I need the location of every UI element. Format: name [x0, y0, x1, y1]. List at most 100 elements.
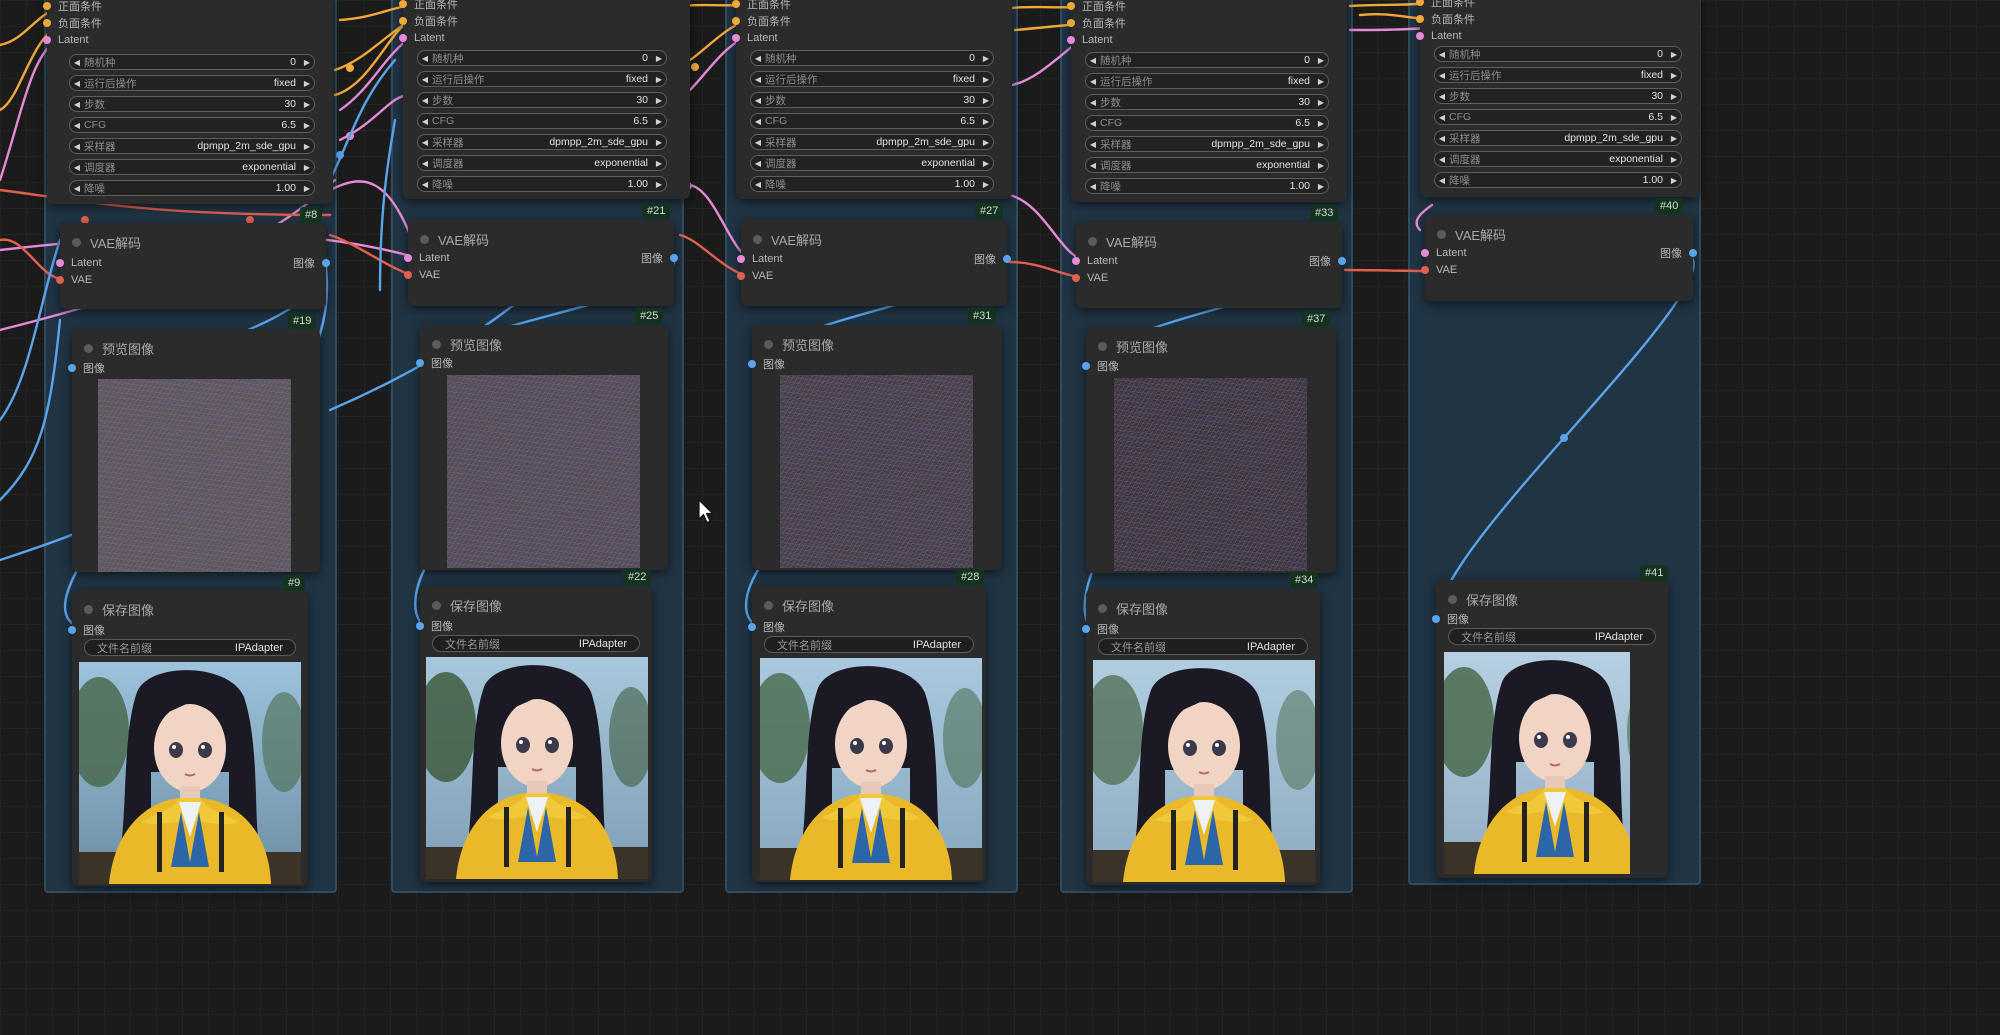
image-port-dot[interactable] — [1432, 615, 1440, 623]
arrow-left-icon[interactable]: ◀ — [418, 75, 432, 84]
sampler-widget[interactable]: ◀ 采样器 dpmpp_2m_sde_gpu ▶ — [417, 134, 667, 150]
arrow-left-icon[interactable]: ◀ — [70, 58, 84, 67]
arrow-right-icon[interactable]: ▶ — [300, 163, 314, 172]
image-port-dot[interactable] — [748, 360, 756, 368]
conditioning-port-dot[interactable] — [732, 0, 740, 8]
arrow-left-icon[interactable]: ◀ — [751, 75, 765, 84]
arrow-left-icon[interactable]: ◀ — [1435, 176, 1449, 185]
preview-image-node[interactable]: 预览图像 图像 — [68, 329, 320, 572]
arrow-right-icon[interactable]: ▶ — [1314, 161, 1328, 170]
save-image-node[interactable]: 保存图像 图像 文件名前缀 IPAdapter — [1082, 589, 1320, 885]
arrow-left-icon[interactable]: ◀ — [70, 142, 84, 151]
arrow-right-icon[interactable]: ▶ — [979, 54, 993, 63]
latent-port-dot[interactable] — [732, 34, 740, 42]
conditioning-port-dot[interactable] — [1416, 15, 1424, 23]
arrow-left-icon[interactable]: ◀ — [751, 159, 765, 168]
sampler-widget[interactable]: ◀ 采样器 dpmpp_2m_sde_gpu ▶ — [1085, 136, 1329, 152]
scheduler-widget[interactable]: ◀ 调度器 exponential ▶ — [1085, 157, 1329, 173]
arrow-right-icon[interactable]: ▶ — [1314, 77, 1328, 86]
arrow-right-icon[interactable]: ▶ — [652, 54, 666, 63]
ksampler-node[interactable]: 正面条件 负面条件 Latent ◀ 随机种 0 ▶ ◀ 运行后操作 fixed ▶ ◀ 步数… — [732, 0, 1012, 199]
image-port-dot[interactable] — [748, 623, 756, 631]
arrow-right-icon[interactable]: ▶ — [1667, 92, 1681, 101]
arrow-left-icon[interactable]: ◀ — [1435, 134, 1449, 143]
arrow-left-icon[interactable]: ◀ — [751, 96, 765, 105]
arrow-left-icon[interactable]: ◀ — [1086, 161, 1100, 170]
image-port-dot[interactable] — [416, 622, 424, 630]
control-after-widget[interactable]: ◀ 运行后操作 fixed ▶ — [1434, 67, 1682, 83]
image-port-dot[interactable] — [68, 626, 76, 634]
vae-port-dot[interactable] — [1421, 266, 1429, 274]
vae-decode-node[interactable]: VAE解码 Latent VAE 图像 — [404, 220, 678, 306]
arrow-right-icon[interactable]: ▶ — [300, 58, 314, 67]
seed-widget[interactable]: ◀ 随机种 0 ▶ — [69, 54, 315, 70]
seed-widget[interactable]: ◀ 随机种 0 ▶ — [750, 50, 994, 66]
arrow-left-icon[interactable]: ◀ — [1435, 113, 1449, 122]
arrow-left-icon[interactable]: ◀ — [751, 117, 765, 126]
arrow-left-icon[interactable]: ◀ — [1086, 56, 1100, 65]
cfg-widget[interactable]: ◀ CFG 6.5 ▶ — [1085, 115, 1329, 131]
latent-port-dot[interactable] — [404, 254, 412, 262]
wire-midpoint-dot[interactable] — [346, 132, 354, 140]
image-port-dot[interactable] — [68, 364, 76, 372]
arrow-left-icon[interactable]: ◀ — [418, 96, 432, 105]
latent-port-dot[interactable] — [399, 34, 407, 42]
latent-port-dot[interactable] — [1421, 249, 1429, 257]
conditioning-port-dot[interactable] — [732, 17, 740, 25]
scheduler-widget[interactable]: ◀ 调度器 exponential ▶ — [750, 155, 994, 171]
filename-prefix-widget[interactable]: 文件名前缀 IPAdapter — [84, 639, 296, 656]
filename-prefix-widget[interactable]: 文件名前缀 IPAdapter — [764, 636, 974, 653]
filename-prefix-widget[interactable]: 文件名前缀 IPAdapter — [1448, 628, 1656, 645]
arrow-right-icon[interactable]: ▶ — [979, 159, 993, 168]
arrow-right-icon[interactable]: ▶ — [1667, 176, 1681, 185]
latent-port-dot[interactable] — [43, 36, 51, 44]
vae-decode-node[interactable]: VAE解码 Latent VAE 图像 — [737, 220, 1011, 306]
arrow-right-icon[interactable]: ▶ — [300, 121, 314, 130]
arrow-right-icon[interactable]: ▶ — [652, 138, 666, 147]
arrow-right-icon[interactable]: ▶ — [1667, 50, 1681, 59]
conditioning-port-dot[interactable] — [1067, 2, 1075, 10]
arrow-left-icon[interactable]: ◀ — [70, 79, 84, 88]
arrow-right-icon[interactable]: ▶ — [300, 142, 314, 151]
sampler-widget[interactable]: ◀ 采样器 dpmpp_2m_sde_gpu ▶ — [1434, 130, 1682, 146]
scheduler-widget[interactable]: ◀ 调度器 exponential ▶ — [1434, 151, 1682, 167]
vae-decode-node[interactable]: VAE解码 Latent VAE 图像 — [56, 223, 330, 309]
arrow-right-icon[interactable]: ▶ — [1314, 98, 1328, 107]
image-port-dot[interactable] — [1689, 249, 1697, 257]
steps-widget[interactable]: ◀ 步数 30 ▶ — [417, 92, 667, 108]
arrow-left-icon[interactable]: ◀ — [418, 54, 432, 63]
arrow-right-icon[interactable]: ▶ — [1667, 155, 1681, 164]
latent-port-dot[interactable] — [737, 255, 745, 263]
image-port-dot[interactable] — [1338, 257, 1346, 265]
arrow-left-icon[interactable]: ◀ — [1435, 155, 1449, 164]
seed-widget[interactable]: ◀ 随机种 0 ▶ — [1085, 52, 1329, 68]
preview-image-node[interactable]: 预览图像 图像 — [1082, 327, 1336, 573]
steps-widget[interactable]: ◀ 步数 30 ▶ — [1085, 94, 1329, 110]
conditioning-port-dot[interactable] — [43, 19, 51, 27]
ksampler-node[interactable]: 正面条件 负面条件 Latent ◀ 随机种 0 ▶ ◀ 运行后操作 fixed ▶ ◀ 步数… — [43, 0, 333, 204]
arrow-left-icon[interactable]: ◀ — [70, 184, 84, 193]
arrow-left-icon[interactable]: ◀ — [70, 163, 84, 172]
save-image-node[interactable]: 保存图像 图像 文件名前缀 IPAdapter — [1432, 580, 1668, 878]
arrow-left-icon[interactable]: ◀ — [418, 138, 432, 147]
arrow-right-icon[interactable]: ▶ — [1667, 134, 1681, 143]
arrow-right-icon[interactable]: ▶ — [300, 184, 314, 193]
conditioning-port-dot[interactable] — [1416, 0, 1424, 6]
scheduler-widget[interactable]: ◀ 调度器 exponential ▶ — [417, 155, 667, 171]
arrow-left-icon[interactable]: ◀ — [1435, 50, 1449, 59]
preview-image-node[interactable]: 预览图像 图像 — [416, 325, 668, 570]
wire-midpoint-dot[interactable] — [346, 64, 354, 72]
seed-widget[interactable]: ◀ 随机种 0 ▶ — [1434, 46, 1682, 62]
vae-decode-node[interactable]: VAE解码 Latent VAE 图像 — [1072, 222, 1346, 308]
arrow-left-icon[interactable]: ◀ — [751, 54, 765, 63]
arrow-right-icon[interactable]: ▶ — [1314, 119, 1328, 128]
arrow-left-icon[interactable]: ◀ — [418, 117, 432, 126]
conditioning-port-dot[interactable] — [1067, 19, 1075, 27]
arrow-left-icon[interactable]: ◀ — [751, 180, 765, 189]
arrow-left-icon[interactable]: ◀ — [418, 180, 432, 189]
control-after-widget[interactable]: ◀ 运行后操作 fixed ▶ — [750, 71, 994, 87]
arrow-left-icon[interactable]: ◀ — [70, 100, 84, 109]
cfg-widget[interactable]: ◀ CFG 6.5 ▶ — [417, 113, 667, 129]
arrow-right-icon[interactable]: ▶ — [300, 79, 314, 88]
preview-image-node[interactable]: 预览图像 图像 — [748, 325, 1002, 570]
